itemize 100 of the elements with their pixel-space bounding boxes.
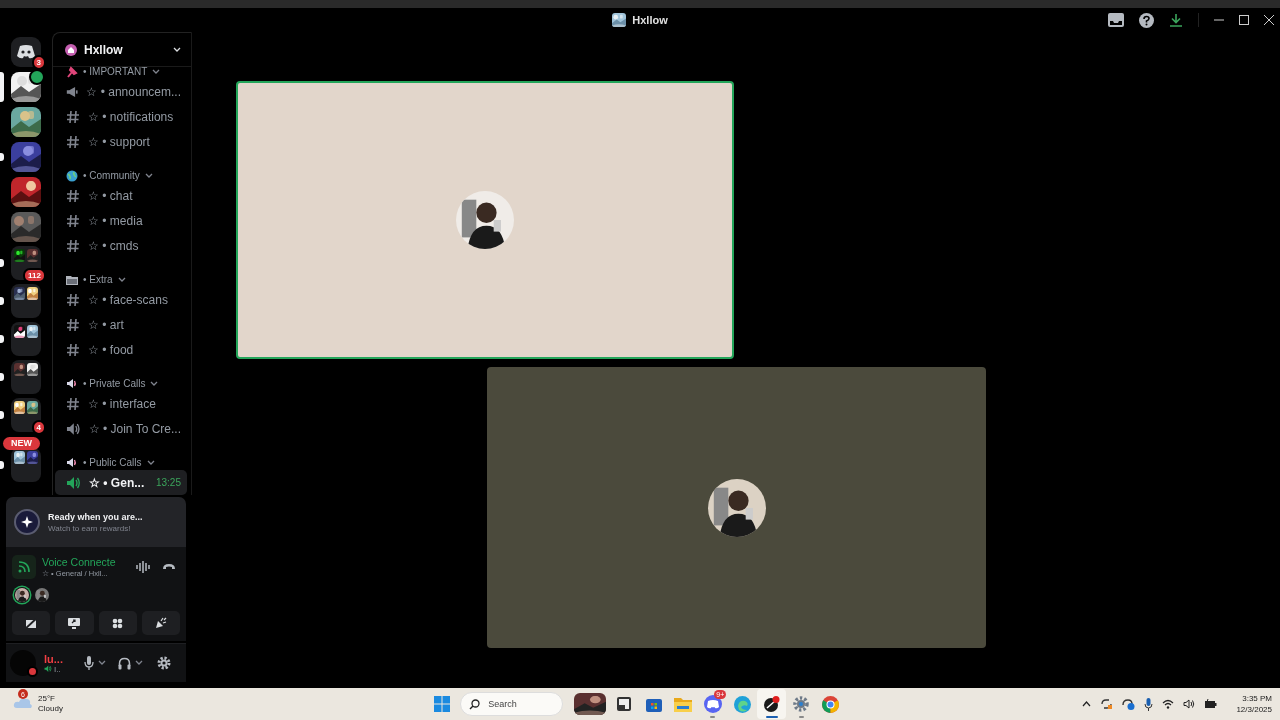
participant-avatar[interactable]: [34, 587, 50, 603]
waveform-icon[interactable]: [136, 561, 150, 573]
server-folder[interactable]: [11, 398, 41, 432]
cloud-sync-icon[interactable]: [1122, 698, 1136, 710]
server-icon[interactable]: [11, 107, 41, 137]
chevron-up-icon[interactable]: [1082, 701, 1092, 707]
category-label[interactable]: • IMPORTANT: [83, 66, 148, 77]
channel-name: ☆ • notifications: [88, 109, 174, 124]
editor-icon: [763, 695, 780, 713]
window-title: Hxllow: [632, 14, 668, 26]
clock-date[interactable]: 12/3/2025: [1236, 704, 1272, 715]
windows-icon: [433, 696, 450, 712]
chat-app-icon: [703, 695, 722, 713]
notification-badge: 112: [23, 268, 46, 283]
server-icon[interactable]: [11, 177, 41, 207]
server-folder[interactable]: [11, 448, 41, 482]
home-icon: [65, 43, 77, 56]
channel-item[interactable]: ☆ • Join To Cre...: [55, 416, 187, 441]
temperature: 25°F: [38, 694, 56, 704]
category-label[interactable]: • Public Calls: [83, 457, 142, 468]
chrome-icon: [822, 695, 839, 713]
chevron-icon: [144, 172, 153, 179]
channel-item[interactable]: ☆ • face-scans: [55, 287, 187, 312]
channel-name: ☆ • announcem...: [86, 84, 181, 99]
channel-item[interactable]: ☆ • media: [55, 208, 187, 233]
hash-icon: [66, 342, 80, 357]
hang-up-icon[interactable]: [162, 563, 176, 571]
channel-item[interactable]: ☆ • chat: [55, 183, 187, 208]
search-icon: [469, 698, 481, 710]
close-icon[interactable]: [1264, 15, 1274, 25]
video-tile[interactable]: [236, 81, 734, 359]
hash-icon: [66, 317, 80, 332]
settings-icon: [793, 696, 809, 712]
channel-name: ☆ • chat: [88, 188, 133, 203]
channel-name: ☆ • Join To Cre...: [88, 421, 181, 436]
camera-off-button[interactable]: [12, 611, 51, 635]
category-label[interactable]: • Community: [83, 170, 140, 181]
settings-icon[interactable]: [157, 656, 171, 670]
speaker-icon: [66, 457, 78, 468]
category-label[interactable]: • Extra: [83, 274, 113, 285]
folder-icon: [66, 274, 78, 285]
hash-icon: [66, 188, 80, 203]
wifi-icon[interactable]: [1162, 699, 1175, 709]
hash-icon: [66, 109, 80, 124]
download-icon[interactable]: [1169, 13, 1183, 27]
chevron-icon: [98, 660, 106, 666]
rewards-card[interactable]: Ready when you are... Watch to earn rewards!: [6, 497, 186, 547]
maximize-icon[interactable]: [1239, 15, 1249, 25]
channel-item[interactable]: ☆ • food: [55, 337, 187, 362]
camera-off-icon: [25, 617, 38, 629]
user-avatar[interactable]: [10, 650, 36, 676]
server-folder[interactable]: [11, 322, 41, 356]
voice-status: Voice Connecte: [42, 556, 117, 568]
microphone-icon[interactable]: [1144, 697, 1154, 711]
channel-item[interactable]: ☆ • Gen... 13:25: [55, 470, 187, 495]
headphones-icon[interactable]: [118, 656, 131, 670]
channel-item[interactable]: ☆ • notifications: [55, 104, 187, 129]
folder-icon: [674, 696, 692, 712]
store-icon: [645, 696, 662, 712]
participant-avatar[interactable]: [14, 587, 30, 603]
hash-icon: [66, 292, 80, 307]
clock-time[interactable]: 3:35 PM: [1236, 693, 1272, 704]
screen-share-button[interactable]: [55, 611, 94, 635]
speaker-icon: [44, 665, 52, 673]
server-name[interactable]: Hxllow: [84, 42, 123, 57]
taskbar-button[interactable]: [756, 689, 787, 719]
channel-item[interactable]: ☆ • interface: [55, 391, 187, 416]
chevron-icon: [146, 459, 155, 466]
screen-share-icon: [68, 617, 81, 629]
inbox-icon[interactable]: [1108, 13, 1124, 27]
search-field[interactable]: Search: [460, 692, 564, 716]
video-tile[interactable]: [487, 367, 986, 648]
chat-bubble-icon: [17, 45, 35, 59]
channel-item[interactable]: ☆ • cmds: [55, 233, 187, 258]
activities-button[interactable]: [98, 611, 137, 635]
soundboard-button[interactable]: [141, 611, 180, 635]
server-icon[interactable]: [11, 72, 41, 102]
category-label[interactable]: • Private Calls: [83, 378, 146, 389]
home-button[interactable]: [11, 37, 41, 67]
sync-icon[interactable]: [1100, 698, 1114, 710]
orb-icon: [14, 509, 40, 535]
speaker-icon: [66, 421, 81, 436]
server-folder[interactable]: [11, 284, 41, 318]
globe-icon: [66, 169, 78, 182]
channel-item[interactable]: ☆ • support: [55, 129, 187, 154]
help-icon[interactable]: [1139, 12, 1154, 28]
microphone-icon[interactable]: [84, 656, 94, 670]
channel-item[interactable]: ☆ • art: [55, 312, 187, 337]
volume-icon[interactable]: [1183, 699, 1196, 709]
rewards-subtitle: Watch to earn rewards!: [48, 523, 132, 533]
browser-icon: [733, 695, 751, 713]
call-timer: 13:25: [155, 477, 181, 488]
activities-icon: [112, 617, 124, 629]
channel-name: ☆ • support: [88, 134, 150, 149]
server-icon[interactable]: [11, 142, 41, 172]
battery-icon[interactable]: [1204, 699, 1218, 709]
chevron-icon: [150, 380, 159, 387]
server-folder[interactable]: [11, 360, 41, 394]
channel-item[interactable]: ☆ • announcem...: [55, 79, 187, 104]
speaker-icon: [66, 378, 78, 389]
